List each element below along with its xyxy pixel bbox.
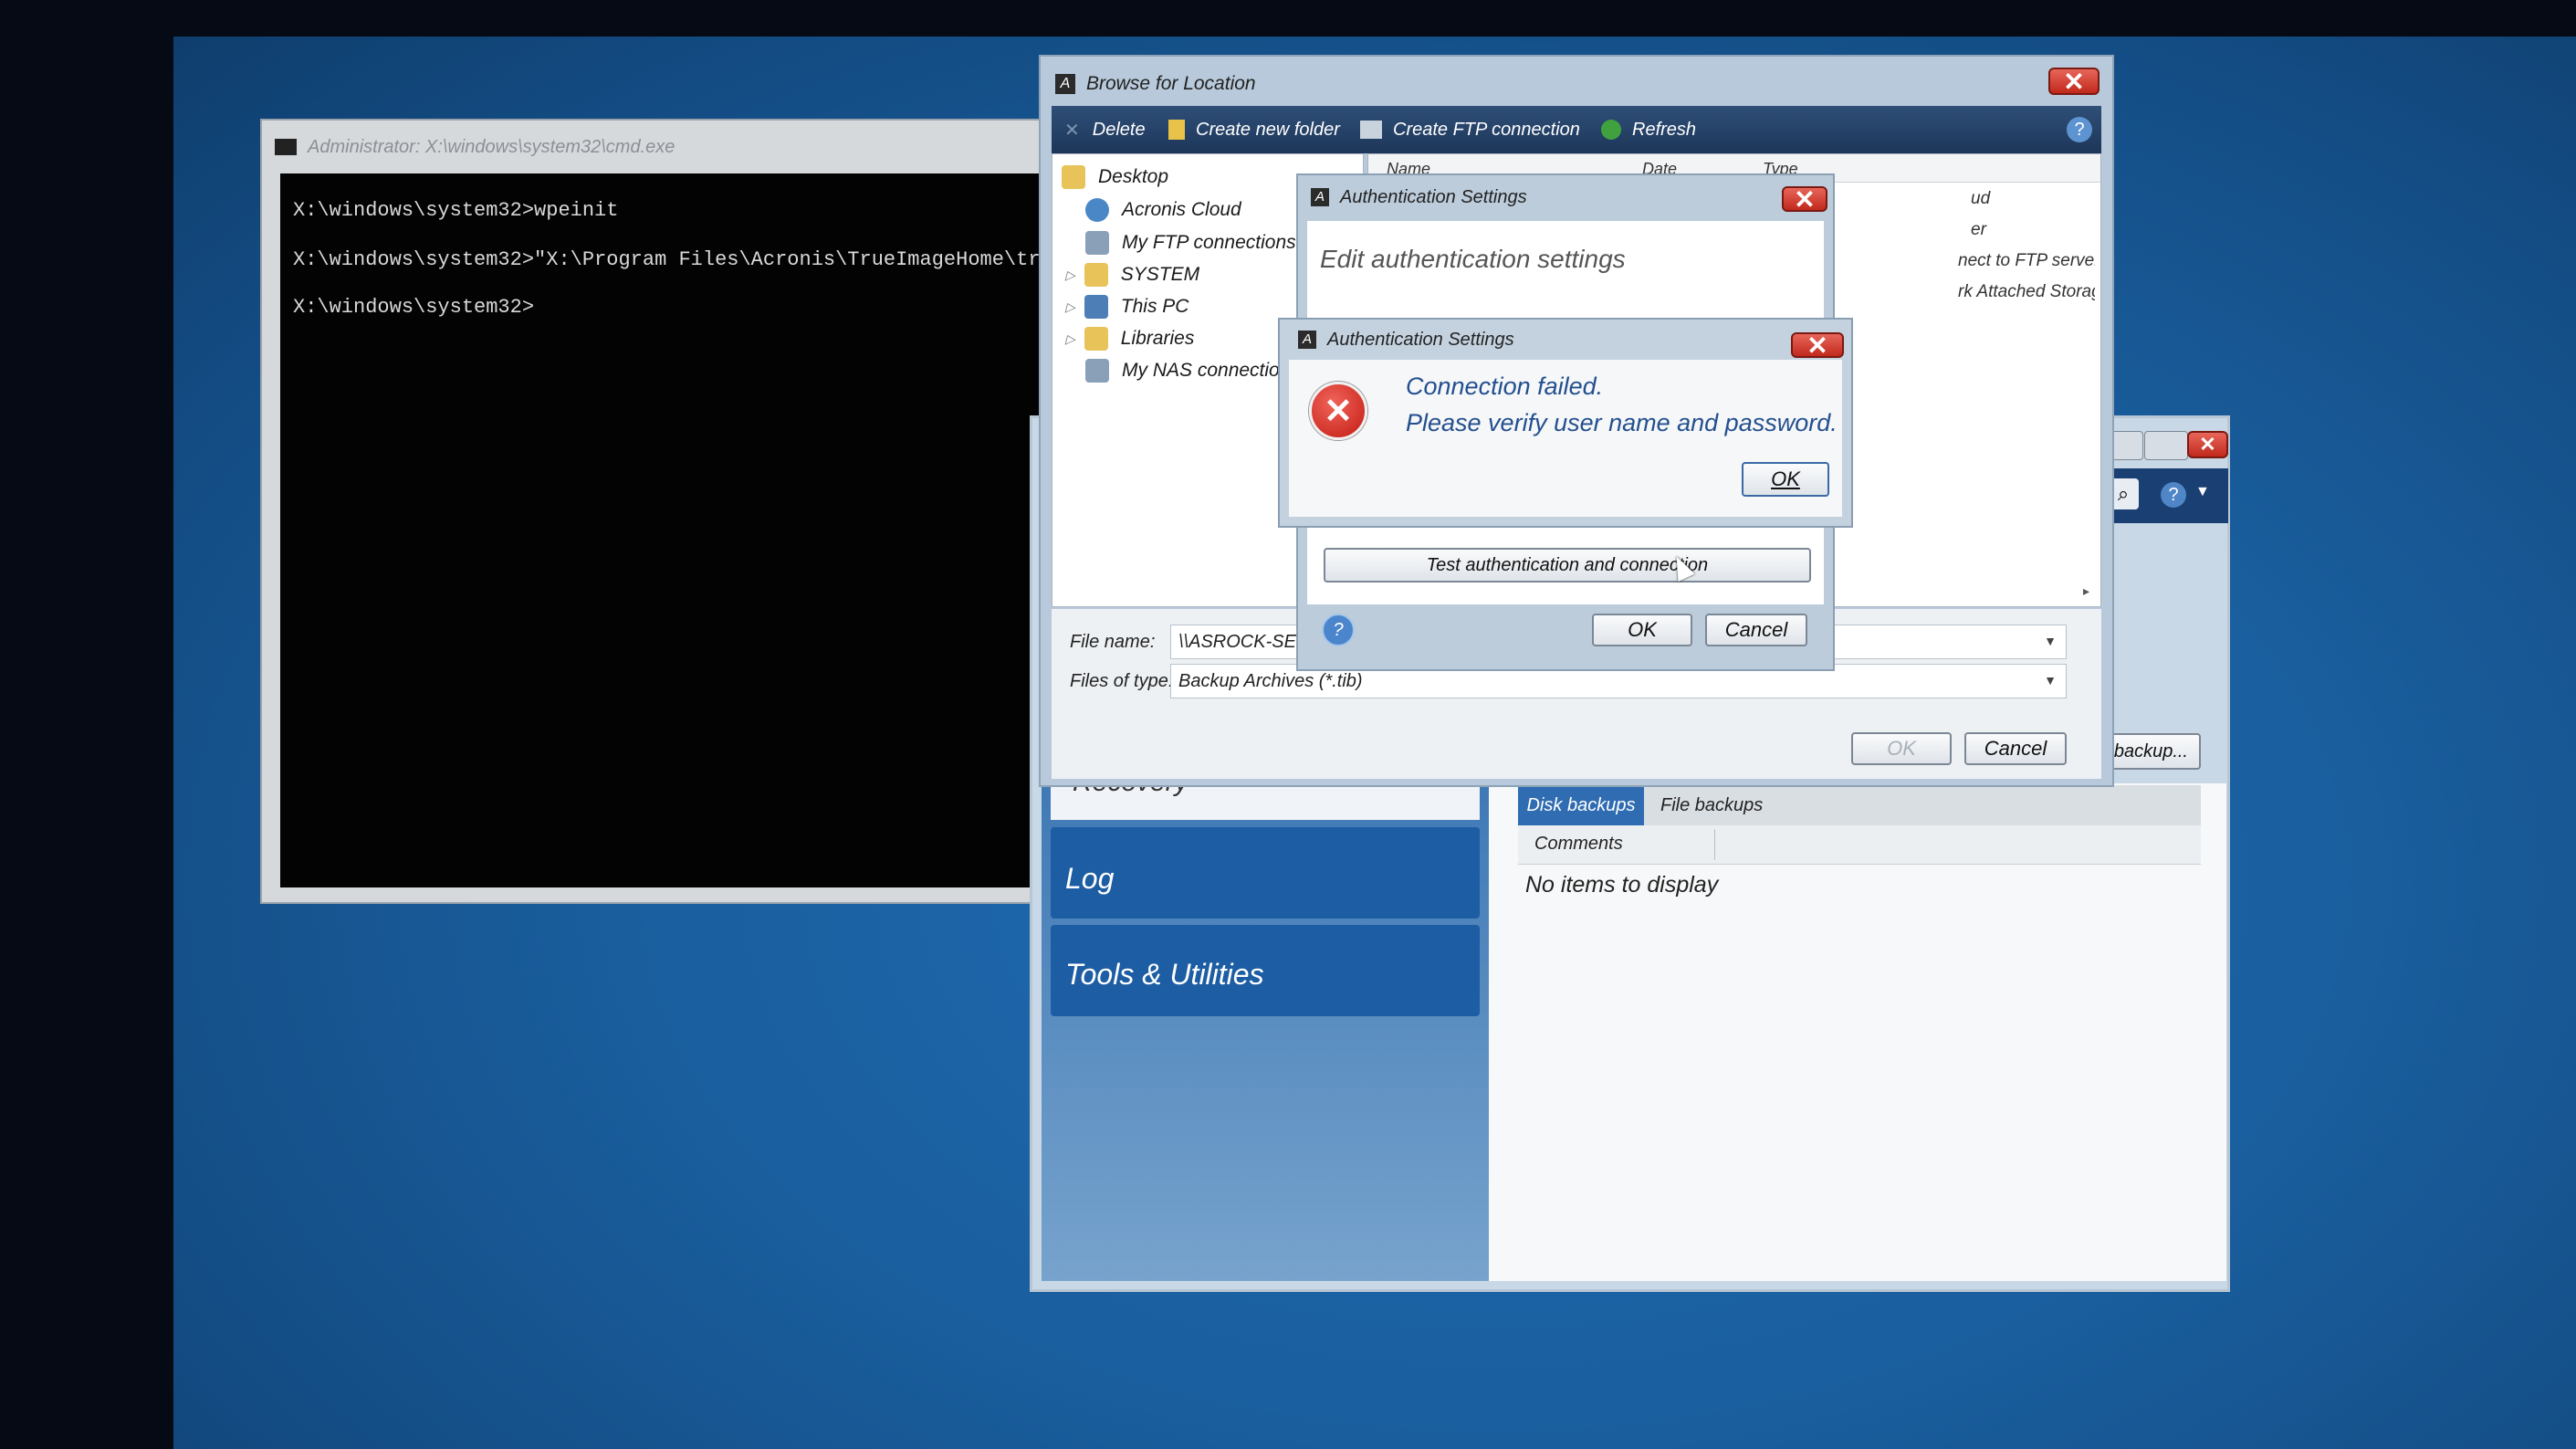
scroll-right-icon[interactable]: ▸ [2083,583,2089,599]
acronis-logo-icon: A [1298,331,1316,349]
cmd-icon [275,139,297,155]
tab-disk-backups[interactable]: Disk backups [1518,785,1644,825]
error-title: Authentication Settings [1327,329,1514,350]
chevron-down-icon[interactable]: ▼ [2044,673,2057,688]
auth-ok-button[interactable]: OK [1592,614,1692,646]
nav-item-tools[interactable]: Tools & Utilities [1051,925,1480,1016]
toolbar-delete[interactable]: ✕ Delete [1064,119,1146,142]
auth-title: Authentication Settings [1340,186,1527,207]
browse-title: Browse for Location [1086,73,1256,94]
error-line-1: Connection failed. [1406,373,1604,400]
acronis-logo-icon: A [1055,74,1075,94]
file-text-1: ud [1971,189,1991,208]
folder-icon [1084,263,1108,287]
cmd-titlebar[interactable]: Administrator: X:\windows\system32\cmd.e… [262,121,1043,173]
browse-toolbar: ✕ Delete Create new folder Create FTP co… [1052,106,2101,153]
error-dialog[interactable]: A Authentication Settings ✕ ✕ Connection… [1278,318,1853,528]
acronis-logo-icon: A [1311,188,1329,206]
help-icon[interactable]: ? [2067,117,2092,142]
file-text-4: rk Attached Storage) technolog [1958,282,2095,301]
file-type-label: Files of type: [1070,671,1174,691]
auth-heading: Edit authentication settings [1320,245,1626,273]
delete-icon: ✕ [1064,120,1080,141]
cmd-line-1: X:\windows\system32>wpeinit [293,199,619,222]
column-divider [1714,829,1715,860]
auth-titlebar[interactable]: A Authentication Settings [1298,175,1833,219]
browse-ok-button[interactable]: OK [1851,732,1952,765]
tree-item-desktop[interactable]: Desktop [1062,165,1168,189]
refresh-icon [1601,120,1621,140]
maximize-button[interactable] [2144,431,2188,460]
error-titlebar[interactable]: A Authentication Settings [1280,320,1851,360]
tree-item-nas[interactable]: My NAS connections [1085,359,1300,383]
network-icon [1360,121,1382,139]
nav-item-log[interactable]: Log [1051,827,1480,919]
error-icon: ✕ [1309,382,1367,440]
cloud-icon [1085,198,1109,222]
browse-cancel-button[interactable]: Cancel [1964,732,2067,765]
nav-tools-label: Tools & Utilities [1065,958,1264,991]
close-icon[interactable]: ✕ [2187,431,2228,458]
column-header-comments[interactable]: Comments [1518,825,2201,865]
cmd-window[interactable]: Administrator: X:\windows\system32\cmd.e… [260,119,1052,904]
chevron-down-icon[interactable]: ▼ [2195,484,2210,500]
tree-item-libraries[interactable]: ▷ Libraries [1065,327,1194,351]
nav-item-recovery[interactable]: Recovery [1051,783,1480,820]
folder-icon [1168,120,1185,140]
file-name-label: File name: [1070,632,1156,652]
cmd-line-3: X:\windows\system32> [293,296,535,319]
error-body: ✕ Connection failed. Please verify user … [1289,360,1842,517]
toolbar-refresh[interactable]: Refresh [1601,120,1696,141]
close-icon[interactable]: ✕ [2048,68,2100,96]
tab-file-backups[interactable]: File backups [1660,785,1763,825]
expand-icon[interactable]: ▷ [1065,331,1075,347]
error-line-2: Please verify user name and password. [1406,409,1838,436]
error-ok-button[interactable]: OK [1742,462,1829,497]
tree-item-this-pc[interactable]: ▷ This PC [1065,295,1189,319]
tree-item-acronis-cloud[interactable]: Acronis Cloud [1085,198,1241,222]
network-icon [1085,359,1109,383]
folder-icon [1062,165,1085,189]
info-icon[interactable]: ? [1322,614,1355,646]
toolbar-ftp[interactable]: Create FTP connection [1360,120,1580,141]
help-icon[interactable]: ? [2161,482,2186,508]
file-text-2: er [1971,220,1986,239]
folder-icon [1084,327,1108,351]
browse-titlebar[interactable]: A Browse for Location [1041,57,2112,111]
nav-log-label: Log [1065,862,1115,895]
file-text-3: nect to FTP servers. To do this, c [1958,251,2095,270]
computer-icon [1084,295,1108,319]
auth-cancel-button[interactable]: Cancel [1705,614,1807,646]
cmd-line-2: X:\windows\system32>"X:\Program Files\Ac… [293,248,1052,271]
expand-icon[interactable]: ▷ [1065,299,1075,315]
empty-message: No items to display [1525,872,1719,898]
cmd-title: Administrator: X:\windows\system32\cmd.e… [308,136,675,157]
close-icon[interactable]: ✕ [1782,185,1827,214]
chevron-down-icon[interactable]: ▼ [2044,634,2057,648]
expand-icon[interactable]: ▷ [1065,268,1075,283]
close-icon[interactable]: ✕ [1791,331,1844,360]
toolbar-new-folder[interactable]: Create new folder [1168,120,1340,141]
test-connection-button[interactable]: Test authentication and connection [1324,548,1811,583]
tree-item-system[interactable]: ▷ SYSTEM [1065,263,1199,287]
network-icon [1085,231,1109,255]
left-nav: Recovery Log Tools & Utilities [1042,783,1489,1281]
tree-item-ftp[interactable]: My FTP connections [1085,231,1296,255]
cmd-console[interactable]: X:\windows\system32>wpeinit X:\windows\s… [280,173,1052,887]
